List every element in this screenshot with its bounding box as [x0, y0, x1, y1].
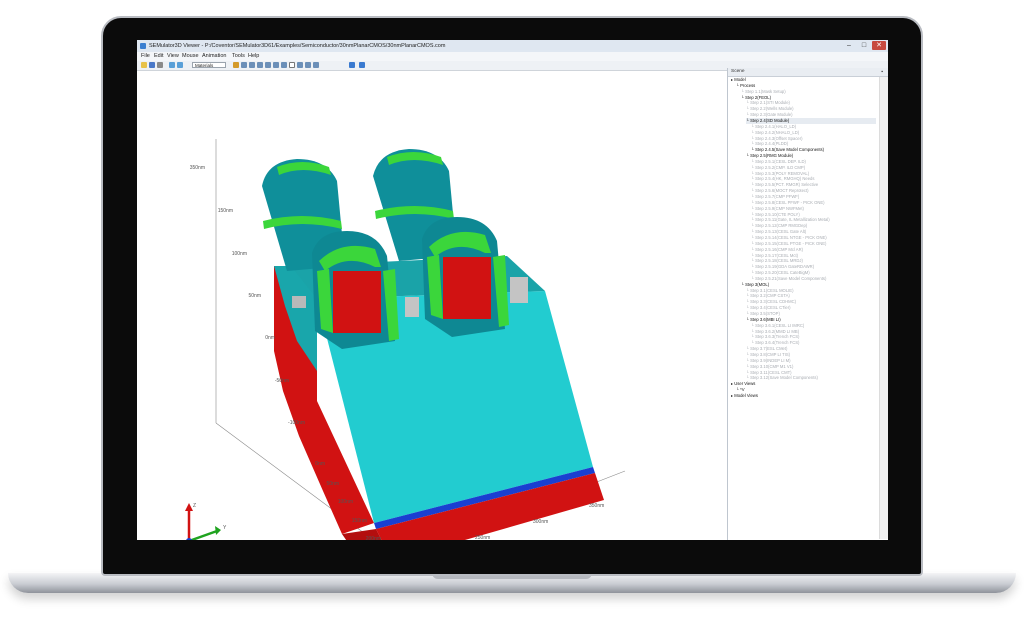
- svg-text:250nm: 250nm: [475, 535, 490, 540]
- scene-panel: Scene ▪ ▸ Model └ Process └ Step 1.1(Mask …: [727, 68, 888, 540]
- svg-text:50nm: 50nm: [248, 293, 261, 299]
- svg-text:100nm: 100nm: [232, 251, 247, 257]
- section-icon[interactable]: [305, 62, 311, 68]
- svg-text:300nm: 300nm: [533, 519, 548, 525]
- cut-icon[interactable]: [297, 62, 303, 68]
- undo-icon[interactable]: [169, 62, 175, 68]
- light-icon[interactable]: [313, 62, 319, 68]
- measure-icon[interactable]: [281, 62, 287, 68]
- menu-mouse[interactable]: Mouse: [182, 52, 199, 61]
- model-render: 350nm 150nm 100nm 50nm 0nm -50nm -100nm …: [185, 139, 626, 540]
- menu-edit[interactable]: Edit: [154, 52, 163, 61]
- contact-block: [510, 277, 528, 303]
- contact-block: [292, 296, 306, 308]
- box-icon[interactable]: [289, 62, 295, 68]
- front-gate-left: [312, 231, 399, 349]
- svg-text:100nm: 100nm: [338, 499, 353, 505]
- rotate-icon[interactable]: [241, 62, 247, 68]
- tree-node[interactable]: ▸ Model Views: [731, 393, 758, 399]
- tree-node[interactable]: └ Step 3.12(Save Model Components): [746, 375, 818, 381]
- svg-text:-100nm: -100nm: [288, 420, 305, 426]
- svg-text:0nm: 0nm: [265, 335, 275, 341]
- scene-scrollbar[interactable]: [879, 77, 888, 539]
- menu-animation[interactable]: Animation: [202, 52, 226, 61]
- app-window: SEMulator3D Viewer - P:/Coventor/SEMulat…: [137, 40, 888, 540]
- svg-text:200nm: 200nm: [366, 536, 381, 540]
- redo-icon[interactable]: [177, 62, 183, 68]
- step-forward-icon[interactable]: [359, 62, 365, 68]
- menu-tools[interactable]: Tools: [232, 52, 245, 61]
- menu-bar: File Edit View Mouse Animation Tools Hel…: [137, 52, 888, 61]
- pin-icon[interactable]: ▪: [881, 68, 883, 76]
- svg-text:350nm: 350nm: [190, 165, 205, 171]
- scene-title: Scene: [731, 69, 745, 74]
- menu-view[interactable]: View: [167, 52, 179, 61]
- svg-text:150nm: 150nm: [218, 208, 233, 214]
- view-select[interactable]: Materials: [192, 62, 226, 68]
- maximize-button[interactable]: □: [857, 41, 871, 50]
- window-title: SEMulator3D Viewer - P:/Coventor/SEMulat…: [149, 43, 446, 49]
- pan-icon[interactable]: [249, 62, 255, 68]
- svg-text:0nm: 0nm: [315, 461, 325, 467]
- contact-block: [405, 297, 419, 317]
- camera-icon[interactable]: [233, 62, 239, 68]
- open-icon[interactable]: [141, 62, 147, 68]
- menu-file[interactable]: File: [141, 52, 150, 61]
- svg-text:-50nm: -50nm: [275, 378, 289, 384]
- menu-help[interactable]: Help: [248, 52, 259, 61]
- scene-header: Scene ▪: [728, 68, 888, 77]
- orientation-triad: Z Y X: [185, 503, 227, 540]
- triad-z-label: Z: [193, 503, 196, 509]
- play-icon[interactable]: [349, 62, 355, 68]
- svg-text:150nm: 150nm: [352, 518, 367, 524]
- save-icon[interactable]: [149, 62, 155, 68]
- svg-text:50nm: 50nm: [326, 481, 339, 487]
- app-icon: [140, 43, 146, 49]
- fit-icon[interactable]: [265, 62, 271, 68]
- print-icon[interactable]: [157, 62, 163, 68]
- select-icon[interactable]: [273, 62, 279, 68]
- zoom-icon[interactable]: [257, 62, 263, 68]
- svg-text:350nm: 350nm: [589, 503, 604, 509]
- minimize-button[interactable]: –: [842, 41, 856, 50]
- close-button[interactable]: ✕: [872, 41, 886, 50]
- front-gate-right: [422, 217, 509, 337]
- 3d-viewport[interactable]: 350nm 150nm 100nm 50nm 0nm -50nm -100nm …: [137, 71, 725, 540]
- triad-y-label: Y: [223, 525, 227, 531]
